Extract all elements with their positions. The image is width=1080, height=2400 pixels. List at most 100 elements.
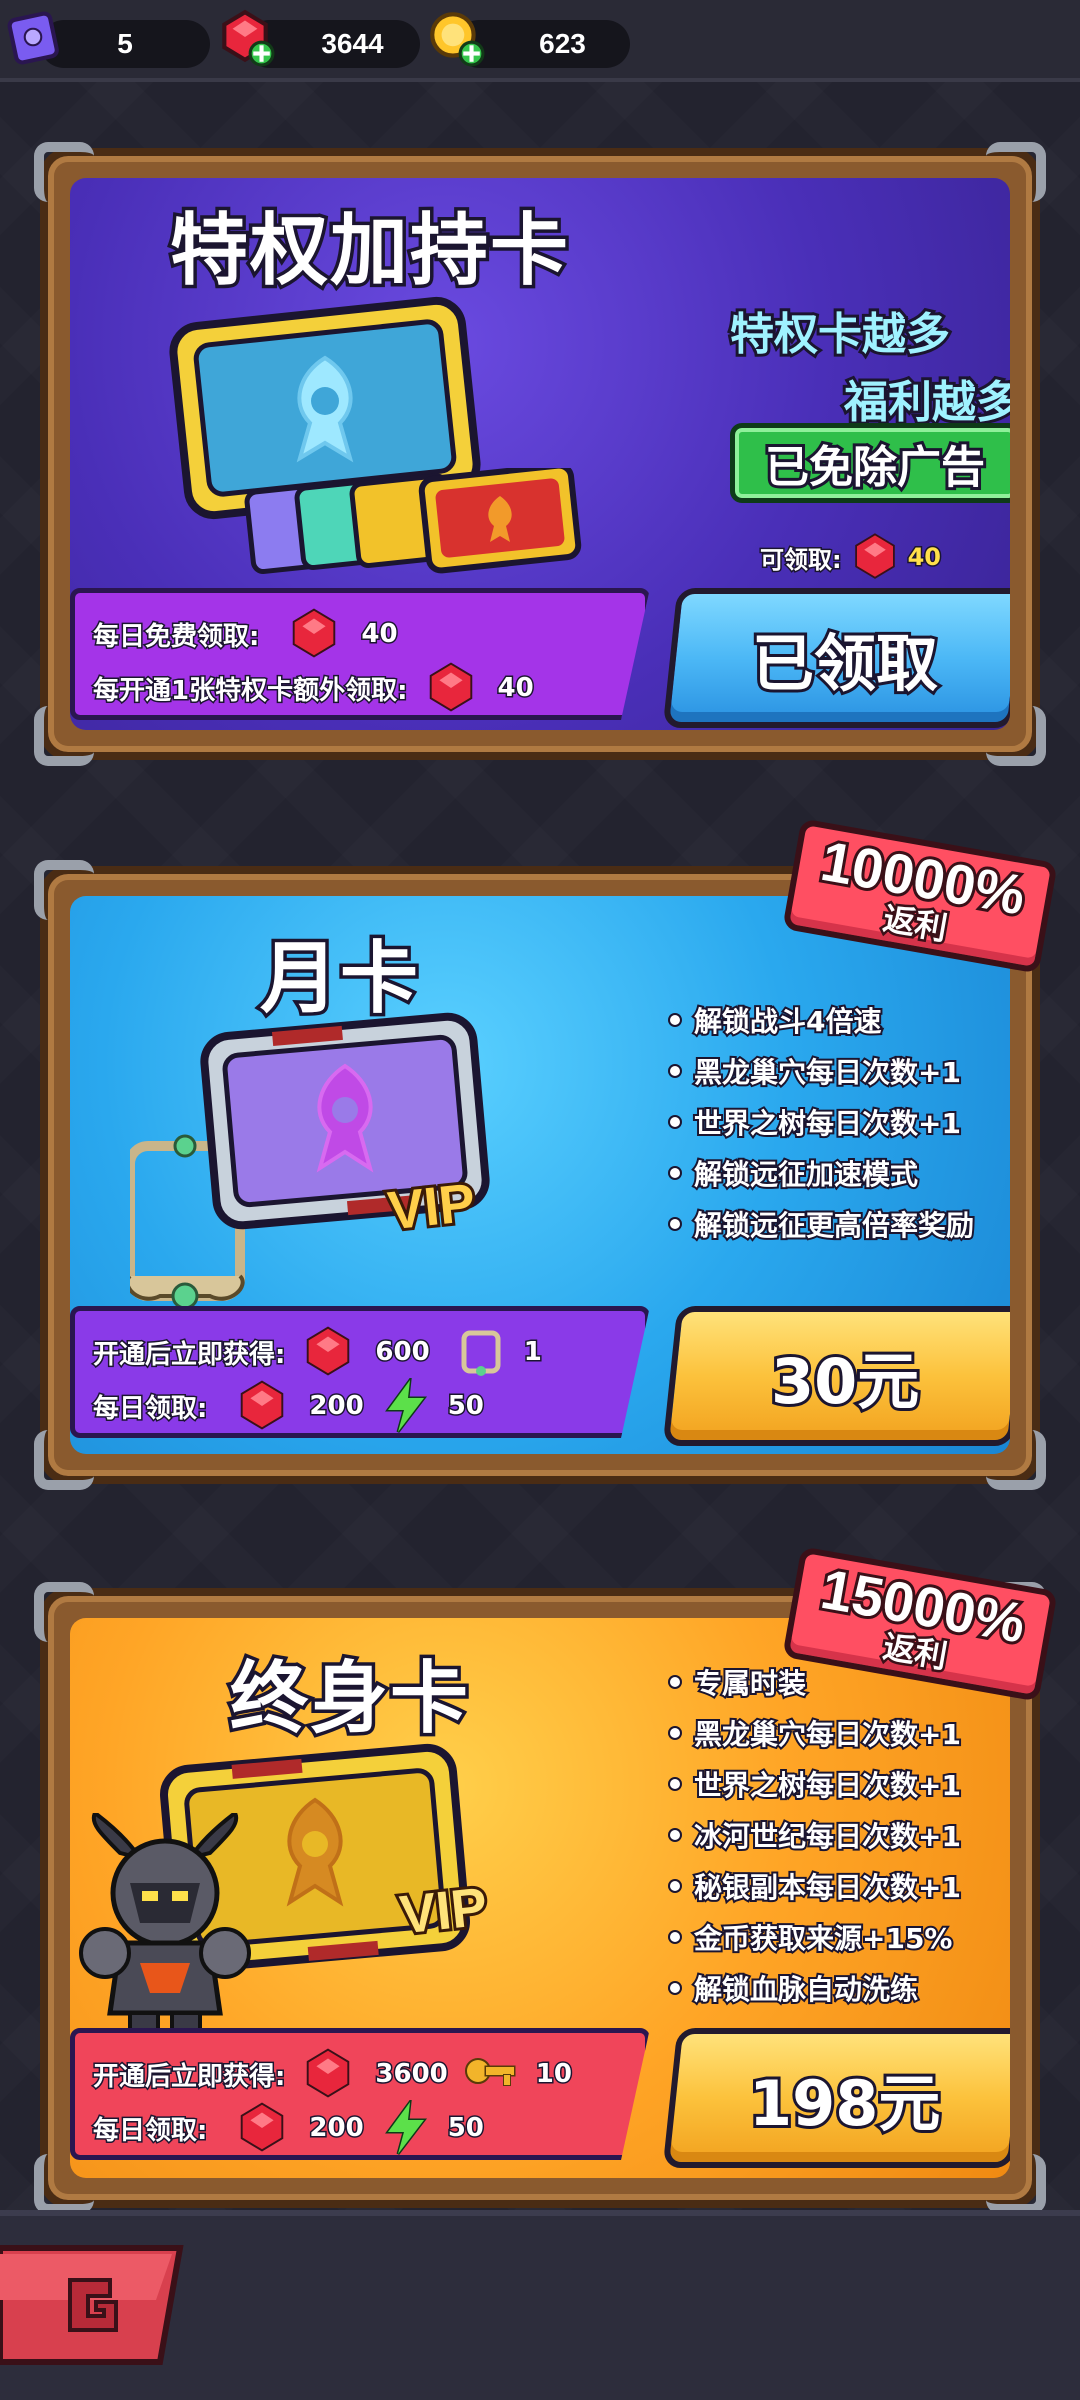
- monthly-instant-frame: 1: [522, 1336, 543, 1369]
- per-card-value: 40: [496, 672, 535, 705]
- claimable-value: 40: [906, 542, 942, 573]
- back-button-icon[interactable]: [0, 2240, 190, 2370]
- bullet-icon: [670, 1727, 680, 1738]
- red-gem-icon: [241, 1380, 284, 1430]
- lifetime-instant-label: 开通后立即获得:: [91, 2060, 286, 2093]
- bullet-icon: [670, 1065, 680, 1076]
- benefit-item: 解锁战斗4倍速: [670, 994, 974, 1045]
- benefit-text: 世界之树每日次数+1: [692, 1767, 963, 1804]
- red-gem-icon: [307, 2048, 350, 2098]
- privilege-slogan: 特权卡越多 福利越多: [727, 298, 1010, 431]
- benefit-text: 解锁远征加速模式: [692, 1156, 920, 1193]
- privilege-claimed-button[interactable]: 已领取: [662, 588, 1010, 728]
- privilege-title: 特权加持卡: [166, 203, 571, 300]
- daily-free-label: 每日免费领取:: [91, 620, 260, 653]
- benefit-item: 冰河世纪每日次数+1: [670, 1809, 963, 1860]
- armored-hero-icon: [79, 1813, 251, 2049]
- bullet-icon: [670, 1218, 680, 1229]
- benefit-item: 世界之树每日次数+1: [670, 1096, 974, 1147]
- lifetime-daily-label: 每日领取:: [91, 2114, 208, 2147]
- benefit-item: 解锁远征加速模式: [670, 1147, 974, 1198]
- privilege-claimed-label: 已领取: [749, 624, 941, 703]
- lifetime-title: 终身卡: [226, 1651, 471, 1748]
- monthly-daily-gems: 200: [308, 1390, 365, 1423]
- benefit-item: 世界之树每日次数+1: [670, 1758, 963, 1809]
- red-gem-icon: [429, 662, 472, 712]
- bullet-icon: [670, 1116, 680, 1127]
- lifetime-instant-row: 开通后立即获得: 3600 10: [91, 2045, 573, 2103]
- bullet-icon: [670, 1778, 680, 1789]
- ad-removed-badge: 已免除广告: [730, 423, 1010, 503]
- energy-bolt-icon: [384, 1378, 427, 1433]
- red-gem-icon: [307, 1326, 350, 1376]
- avatar-frame-icon: [461, 1330, 501, 1376]
- lifetime-panel: 终身卡 VIP 专属时装 黑龙巢穴每日次数+1 世界之树每日次数+1 冰河世纪每…: [70, 1618, 1010, 2178]
- lifetime-instant-keys: 10: [534, 2058, 573, 2091]
- lifetime-daily-energy: 50: [446, 2112, 485, 2145]
- slogan-line2: 福利越多: [841, 374, 1010, 431]
- monthly-panel: 月卡 VIP 解锁战斗4倍速 黑龙巢穴每日次数+1 世界之树每日次数+1 解锁远…: [70, 896, 1010, 1454]
- red-gem-icon: [854, 533, 895, 579]
- lifetime-price-label: 198元: [746, 2064, 943, 2143]
- currency-bar: 5 3644 623: [0, 0, 1080, 82]
- red-gem-icon: [241, 2102, 284, 2152]
- lifetime-card-section: 终身卡 VIP 专属时装 黑龙巢穴每日次数+1 世界之树每日次数+1 冰河世纪每…: [34, 1582, 1046, 2214]
- monthly-reward-strip: 开通后立即获得: 600 1 每日领取: 200 50: [70, 1306, 650, 1438]
- monthly-instant-row: 开通后立即获得: 600 1: [91, 1323, 543, 1381]
- monthly-card-section: 月卡 VIP 解锁战斗4倍速 黑龙巢穴每日次数+1 世界之树每日次数+1 解锁远…: [34, 860, 1046, 1490]
- benefit-item: 解锁血脉自动洗练: [670, 1962, 961, 2013]
- tickets-counter: 5: [40, 20, 210, 68]
- benefit-text: 解锁血脉自动洗练: [692, 1971, 920, 2008]
- benefit-item: 秘银副本每日次数+1: [670, 1860, 963, 1911]
- bullet-icon: [670, 1880, 680, 1891]
- benefit-item: 金币获取来源+15%: [670, 1911, 961, 1962]
- privilege-panel: 特权加持卡 特权卡越多 福利越多 已免除广告 可领取: 40 每日免费领取: 4…: [70, 178, 1010, 730]
- per-card-row: 每开通1张特权卡额外领取: 40: [92, 659, 535, 717]
- claimable-label: 可领取:: [759, 544, 844, 575]
- bullet-icon: [670, 1014, 680, 1025]
- bullet-icon: [670, 1829, 680, 1840]
- monthly-daily-row: 每日领取: 200 50: [91, 1377, 485, 1435]
- claimable-row: 可领取: 40: [759, 530, 943, 584]
- bullet-icon: [670, 1931, 680, 1942]
- per-card-label: 每开通1张特权卡额外领取:: [92, 674, 409, 707]
- lifetime-benefits: 专属时装 黑龙巢穴每日次数+1 世界之树每日次数+1 冰河世纪每日次数+1 秘银…: [670, 1656, 963, 2013]
- monthly-daily-energy: 50: [446, 1390, 485, 1423]
- energy-bolt-icon: [384, 2100, 427, 2155]
- gems-value: 3644: [321, 28, 384, 59]
- benefit-text: 冰河世纪每日次数+1: [692, 1818, 963, 1855]
- gold-coin-plus-icon[interactable]: [424, 6, 486, 68]
- slogan-line1: 特权卡越多: [727, 306, 953, 363]
- bullet-icon: [670, 1982, 680, 1993]
- purple-book-icon[interactable]: [2, 6, 64, 68]
- benefit-item: 解锁远征更高倍率奖励: [670, 1198, 976, 1249]
- red-gem-plus-icon[interactable]: [214, 6, 276, 68]
- benefit-text: 解锁远征更高倍率奖励: [692, 1207, 976, 1244]
- benefit-text: 黑龙巢穴每日次数+1: [692, 1716, 963, 1753]
- gold-key-icon: [464, 2058, 516, 2086]
- tickets-value: 5: [117, 28, 133, 59]
- benefit-item: 黑龙巢穴每日次数+1: [670, 1707, 963, 1758]
- monthly-price-label: 30元: [768, 1342, 922, 1421]
- lifetime-reward-strip: 开通后立即获得: 3600 10 每日领取: 200 50: [70, 2028, 650, 2160]
- benefit-text: 解锁战斗4倍速: [692, 1003, 883, 1040]
- bullet-icon: [670, 1676, 680, 1687]
- privilege-card-section: 特权加持卡 特权卡越多 福利越多 已免除广告 可领取: 40 每日免费领取: 4…: [34, 142, 1046, 766]
- monthly-instant-gems: 600: [374, 1336, 431, 1369]
- benefit-text: 秘银副本每日次数+1: [692, 1869, 963, 1906]
- lifetime-daily-gems: 200: [308, 2112, 365, 2145]
- benefit-text: 黑龙巢穴每日次数+1: [692, 1054, 963, 1091]
- lifetime-daily-row: 每日领取: 200 50: [91, 2099, 485, 2157]
- benefit-text: 专属时装: [692, 1665, 808, 1702]
- daily-free-value: 40: [360, 618, 399, 651]
- benefit-text: 金币获取来源+15%: [692, 1920, 954, 1957]
- monthly-buy-button[interactable]: 30元: [662, 1306, 1010, 1446]
- red-gem-icon: [293, 608, 336, 658]
- lifetime-instant-gems: 3600: [374, 2058, 449, 2091]
- benefit-text: 世界之树每日次数+1: [692, 1105, 963, 1142]
- monthly-vip-text: VIP: [382, 1170, 481, 1245]
- monthly-instant-label: 开通后立即获得:: [91, 1338, 286, 1371]
- lifetime-buy-button[interactable]: 198元: [662, 2028, 1010, 2168]
- bullet-icon: [670, 1167, 680, 1178]
- privilege-card-stack-icon: [244, 468, 582, 574]
